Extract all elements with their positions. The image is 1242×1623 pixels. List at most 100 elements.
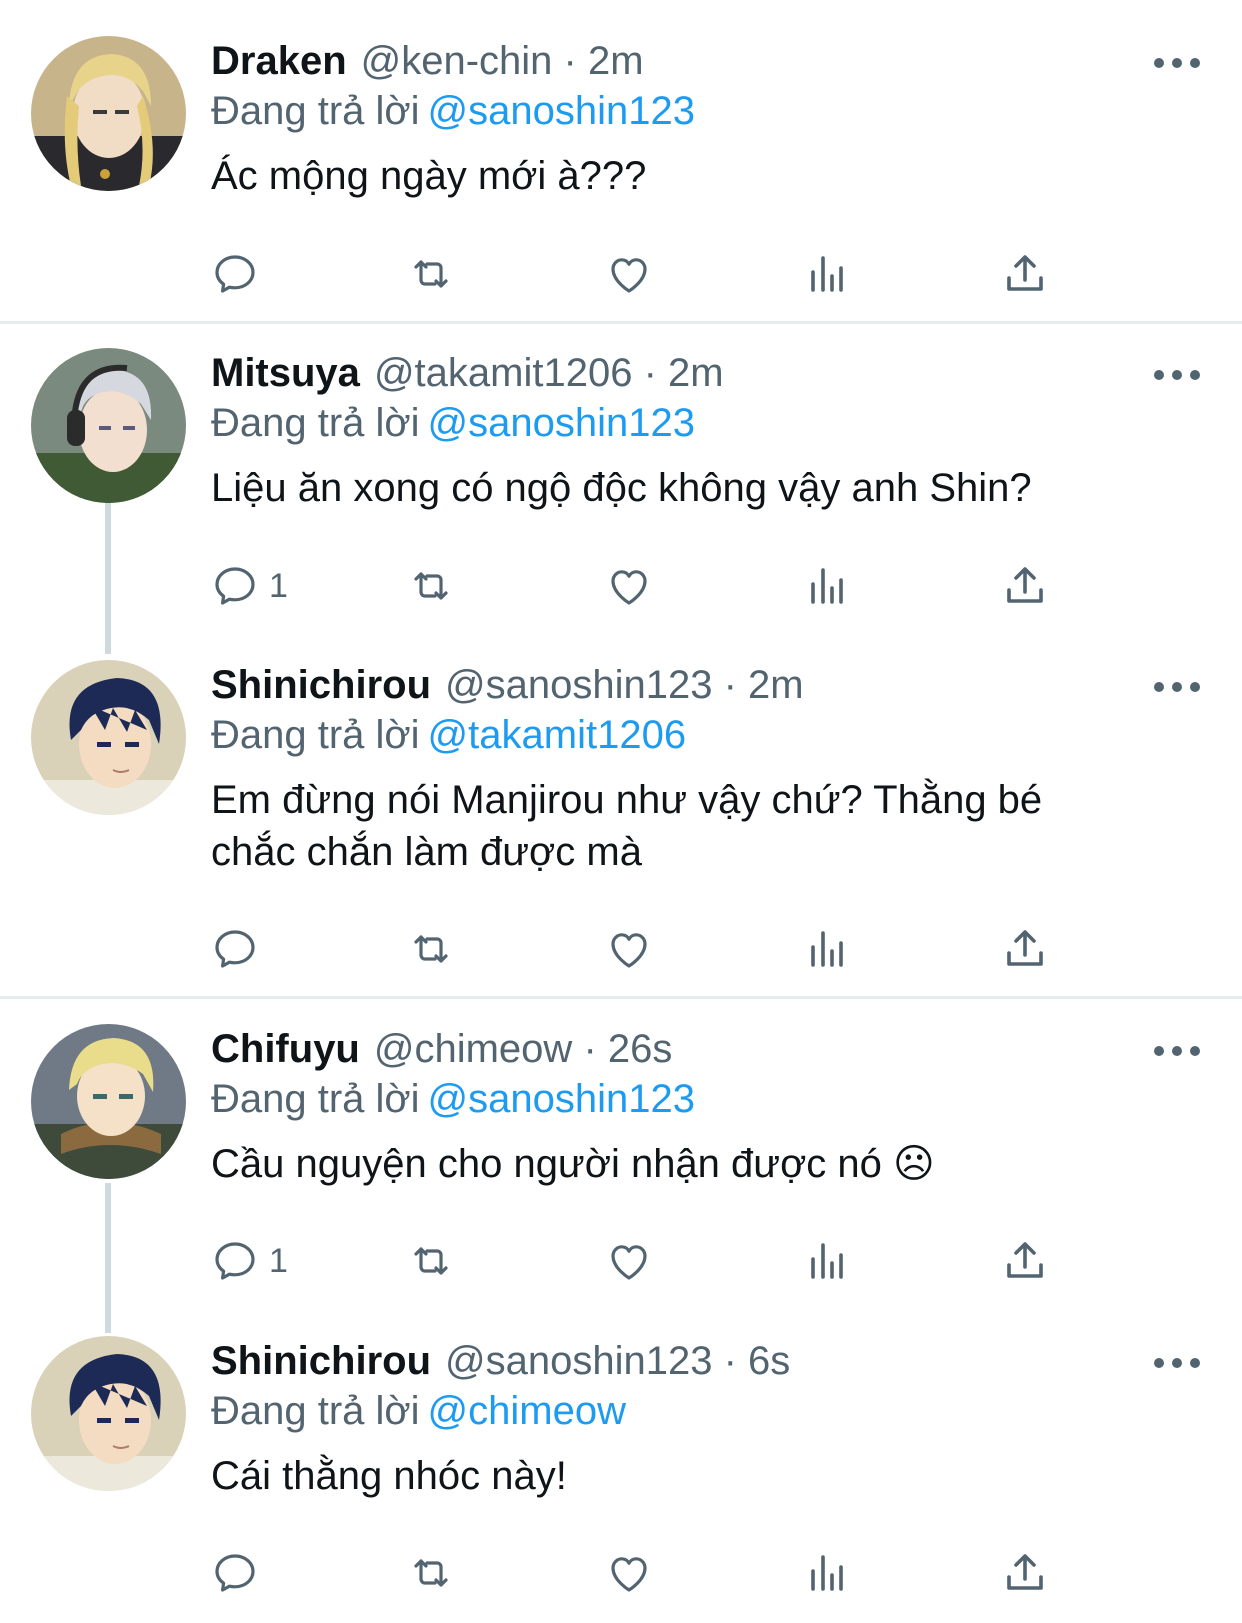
mention-link[interactable]: @sanoshin123 [428, 89, 695, 133]
draken-avatar-image [31, 36, 186, 191]
timestamp[interactable]: · 2m [564, 39, 644, 83]
share-button[interactable] [1001, 923, 1049, 975]
share-button[interactable] [1001, 1547, 1049, 1599]
retweet-icon [414, 1247, 448, 1275]
reply-icon [215, 1554, 255, 1592]
reply-button[interactable] [211, 1547, 269, 1599]
tweet-header: Draken @ken-chin · 2m [211, 36, 1182, 86]
replying-to: Đang trả lời @takamit1206 [211, 710, 1182, 760]
user-handle[interactable]: @takamit1206 [374, 351, 633, 395]
replying-to: Đang trả lời @sanoshin123 [211, 1074, 1182, 1124]
tweet-header: Mitsuya @takamit1206 · 2m [211, 348, 1182, 398]
share-icon [1007, 255, 1043, 291]
user-handle[interactable]: @ken-chin [361, 39, 553, 83]
share-button[interactable] [1001, 560, 1049, 612]
thread-line [105, 1183, 111, 1333]
share-icon [1007, 930, 1043, 966]
avatar[interactable] [31, 1336, 186, 1491]
display-name[interactable]: Shinichirou [211, 1339, 431, 1383]
tweet-text: Cầu nguyện cho người nhận được nó ☹ [211, 1142, 935, 1186]
analytics-icon [811, 931, 843, 967]
like-button[interactable] [605, 1235, 653, 1287]
mention-link[interactable]: @takamit1206 [428, 713, 687, 757]
mention-link[interactable]: @sanoshin123 [428, 401, 695, 445]
reply-icon [215, 255, 255, 293]
display-name[interactable]: Shinichirou [211, 663, 431, 707]
more-icon[interactable] [1154, 57, 1200, 69]
reply-button[interactable]: 1 [211, 560, 288, 612]
tweet-header: Chifuyu @chimeow · 26s [211, 1024, 1182, 1074]
shinichirou-avatar-image [31, 660, 186, 815]
retweet-button[interactable] [407, 1235, 455, 1287]
user-handle[interactable]: @sanoshin123 [445, 1339, 712, 1383]
timestamp[interactable]: · 26s [583, 1027, 672, 1071]
reply-button[interactable] [211, 248, 269, 300]
replying-to: Đang trả lời @sanoshin123 [211, 398, 1182, 448]
shinichirou-avatar-image [31, 1336, 186, 1491]
reply-count: 1 [269, 566, 288, 605]
analytics-icon [811, 1243, 843, 1279]
share-icon [1007, 567, 1043, 603]
like-icon [611, 570, 647, 605]
retweet-button[interactable] [407, 1547, 455, 1599]
timestamp[interactable]: · 2m [644, 351, 724, 395]
more-icon[interactable] [1154, 681, 1200, 693]
avatar[interactable] [31, 660, 186, 815]
more-icon[interactable] [1154, 369, 1200, 381]
tweet-text: Em đừng nói Manjirou như vậy chứ? Thằng … [211, 778, 1043, 874]
avatar[interactable] [31, 348, 186, 503]
tweet-header: Shinichirou @sanoshin123 · 2m [211, 660, 1182, 710]
analytics-button[interactable] [803, 1235, 851, 1287]
retweet-icon [414, 572, 448, 600]
analytics-button[interactable] [803, 560, 851, 612]
user-handle[interactable]: @sanoshin123 [445, 663, 712, 707]
reply-button[interactable]: 1 [211, 1235, 288, 1287]
retweet-button[interactable] [407, 923, 455, 975]
share-button[interactable] [1001, 1235, 1049, 1287]
analytics-button[interactable] [803, 923, 851, 975]
reply-icon [215, 930, 255, 968]
mention-link[interactable]: @chimeow [428, 1389, 626, 1433]
avatar[interactable] [31, 36, 186, 191]
timestamp[interactable]: · 2m [724, 663, 804, 707]
display-name[interactable]: Mitsuya [211, 351, 360, 395]
reply-count: 1 [269, 1241, 288, 1280]
like-icon [611, 933, 647, 968]
tweet-text: Liệu ăn xong có ngộ độc không vậy anh Sh… [211, 466, 1032, 510]
retweet-icon [414, 260, 448, 288]
share-button[interactable] [1001, 248, 1049, 300]
analytics-icon [811, 256, 843, 292]
action-bar: 1 [211, 1235, 1111, 1287]
like-button[interactable] [605, 923, 653, 975]
like-button[interactable] [605, 1547, 653, 1599]
mention-link[interactable]: @sanoshin123 [428, 1077, 695, 1121]
replying-to: Đang trả lời @chimeow [211, 1386, 1182, 1436]
like-button[interactable] [605, 560, 653, 612]
retweet-button[interactable] [407, 560, 455, 612]
like-icon [611, 258, 647, 293]
tweet-text: Ác mộng ngày mới à??? [211, 154, 647, 198]
retweet-icon [414, 935, 448, 963]
avatar[interactable] [31, 1024, 186, 1179]
display-name[interactable]: Chifuyu [211, 1027, 360, 1071]
user-handle[interactable]: @chimeow [374, 1027, 572, 1071]
reply-icon [215, 567, 255, 605]
reply-prefix: Đang trả lời [211, 713, 420, 757]
more-icon[interactable] [1154, 1357, 1200, 1369]
tweet-text: Cái thằng nhóc này! [211, 1454, 567, 1498]
reply-button[interactable] [211, 923, 269, 975]
action-bar [211, 923, 1111, 975]
display-name[interactable]: Draken [211, 39, 347, 83]
like-icon [611, 1245, 647, 1280]
analytics-icon [811, 568, 843, 604]
like-icon [611, 1557, 647, 1592]
divider [0, 321, 1242, 324]
reply-icon [215, 1242, 255, 1280]
more-icon[interactable] [1154, 1045, 1200, 1057]
retweet-button[interactable] [407, 248, 455, 300]
like-button[interactable] [605, 248, 653, 300]
analytics-button[interactable] [803, 1547, 851, 1599]
timestamp[interactable]: · 6s [724, 1339, 791, 1383]
analytics-button[interactable] [803, 248, 851, 300]
share-icon [1007, 1242, 1043, 1278]
